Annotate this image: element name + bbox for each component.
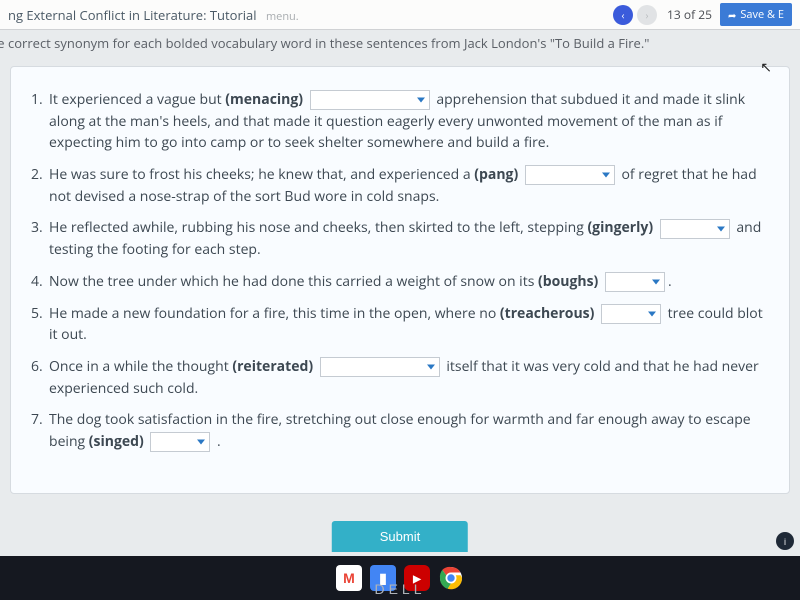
question-number: 4. (31, 271, 43, 293)
question-number: 7. (31, 409, 43, 431)
question-text-pre: It experienced a vague but (49, 90, 225, 109)
exit-icon: ➦ (728, 8, 736, 22)
gmail-icon[interactable]: M (336, 565, 362, 591)
submit-wrap: Submit (332, 521, 468, 552)
vocab-bold: (gingerly) (587, 218, 653, 237)
vocab-bold: (reiterated) (232, 357, 313, 376)
answer-dropdown[interactable] (660, 219, 730, 239)
chevron-down-icon (417, 98, 425, 103)
docs-icon[interactable]: ▮ (370, 565, 396, 591)
question-item: 3. He reflected awhile, rubbing his nose… (31, 217, 769, 260)
taskbar: M ▮ ▶ (0, 556, 800, 600)
question-number: 2. (31, 164, 43, 186)
save-exit-button[interactable]: ➦ Save & E (720, 3, 792, 26)
chevron-down-icon (602, 173, 610, 178)
youtube-icon[interactable]: ▶ (404, 565, 430, 591)
question-item: 6. Once in a while the thought (reiterat… (31, 356, 769, 399)
chevron-down-icon (652, 280, 660, 285)
answer-dropdown[interactable] (320, 357, 440, 377)
question-item: 7. The dog took satisfaction in the fire… (31, 409, 769, 452)
question-number: 1. (31, 89, 43, 111)
nav-prev-button[interactable]: ‹ (613, 5, 633, 25)
answer-dropdown[interactable] (310, 90, 430, 110)
question-text-post: . (668, 272, 672, 291)
question-item: 4. Now the tree under which he had done … (31, 271, 769, 293)
answer-dropdown[interactable] (525, 165, 615, 185)
question-list: 1. It experienced a vague but (menacing)… (31, 89, 769, 453)
answer-dropdown[interactable] (601, 304, 661, 324)
question-number: 5. (31, 303, 43, 325)
question-item: 2. He was sure to frost his cheeks; he k… (31, 164, 769, 207)
nav-next-button[interactable]: › (637, 5, 657, 25)
save-label: Save & E (740, 7, 784, 22)
vocab-bold: (menacing) (225, 90, 303, 109)
vocab-bold: (treacherous) (500, 304, 595, 323)
chevron-down-icon (717, 226, 725, 231)
chevron-down-icon (648, 311, 656, 316)
tray-indicator[interactable]: i (776, 532, 794, 550)
question-text-pre: He reflected awhile, rubbing his nose an… (49, 218, 587, 237)
top-bar: ng External Conflict in Literature: Tuto… (0, 0, 800, 30)
question-item: 1. It experienced a vague but (menacing)… (31, 89, 769, 154)
chevron-down-icon (427, 365, 435, 370)
question-card: 1. It experienced a vague but (menacing)… (10, 66, 790, 494)
question-number: 3. (31, 217, 43, 239)
question-text-pre: He was sure to frost his cheeks; he knew… (49, 165, 474, 184)
instruction-text: ose the correct synonym for each bolded … (0, 30, 800, 58)
answer-dropdown[interactable] (605, 272, 665, 292)
menu-hint: menu. (266, 9, 299, 24)
answer-dropdown[interactable] (150, 432, 210, 452)
chevron-down-icon (197, 440, 205, 445)
mouse-cursor-icon: ↖ (760, 58, 772, 77)
question-text-pre: Once in a while the thought (49, 357, 232, 376)
question-number: 6. (31, 356, 43, 378)
chrome-icon[interactable] (438, 565, 464, 591)
vocab-bold: (pang) (474, 165, 518, 184)
vocab-bold: (boughs) (538, 272, 598, 291)
question-text-post: . (217, 432, 221, 451)
question-text-pre: He made a new foundation for a fire, thi… (49, 304, 500, 323)
question-text-pre: Now the tree under which he had done thi… (49, 272, 538, 291)
submit-button[interactable]: Submit (332, 521, 468, 552)
page-title: ng External Conflict in Literature: Tuto… (8, 6, 257, 24)
question-item: 5. He made a new foundation for a fire, … (31, 303, 769, 346)
vocab-bold: (singed) (89, 432, 144, 451)
page-counter: 13 of 25 (667, 6, 712, 23)
page-title-area: ng External Conflict in Literature: Tuto… (8, 6, 611, 24)
